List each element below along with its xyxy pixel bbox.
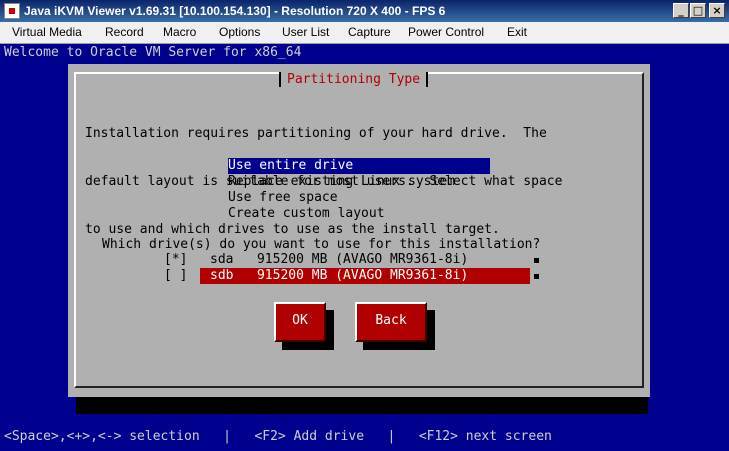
back-button[interactable]: Back — [355, 302, 427, 342]
option-use-free-space[interactable]: Use free space — [228, 190, 490, 206]
menu-virtual-media[interactable]: Virtual Media — [12, 25, 82, 39]
menu-options[interactable]: Options — [219, 25, 260, 39]
scroll-marker — [534, 258, 539, 263]
help-line: <Space>,<+>,<-> selection | <F2> Add dri… — [4, 429, 552, 444]
option-use-entire-drive[interactable]: Use entire drive — [228, 158, 490, 174]
menu-exit[interactable]: Exit — [507, 25, 527, 39]
menu-bar: Virtual Media Record Macro Options User … — [0, 22, 729, 44]
ok-button[interactable]: OK — [274, 302, 326, 342]
dialog-title: Partitioning Type — [279, 72, 429, 87]
menu-capture[interactable]: Capture — [348, 25, 391, 39]
intro-line: to use and which drives to use as the in… — [85, 222, 500, 237]
drive-label: sda 915200 MB (AVAGO MR9361-8i) — [210, 252, 469, 267]
drive-label: sdb 915200 MB (AVAGO MR9361-8i) — [200, 268, 530, 284]
window-title: Java iKVM Viewer v1.69.31 [10.100.154.13… — [24, 4, 446, 18]
drive-question: Which drive(s) do you want to use for th… — [102, 237, 541, 252]
close-button[interactable]: × — [709, 3, 725, 18]
java-app-icon — [4, 3, 20, 19]
partition-options-list: Use entire drive Replace existing Linux … — [228, 158, 490, 222]
minimize-button[interactable]: _ — [673, 3, 689, 18]
option-replace-linux[interactable]: Replace existing Linux system — [228, 174, 490, 190]
maximize-button[interactable]: □ — [690, 3, 706, 18]
window-titlebar[interactable]: Java iKVM Viewer v1.69.31 [10.100.154.13… — [0, 0, 729, 22]
partitioning-dialog: Partitioning Type Installation requires … — [68, 64, 650, 397]
option-custom-layout[interactable]: Create custom layout — [228, 206, 490, 222]
drive-row-sdb[interactable]: [ ] sdb 915200 MB (AVAGO MR9361-8i) — [164, 268, 539, 284]
menu-user-list[interactable]: User List — [282, 25, 329, 39]
drive-checkbox[interactable]: [ ] — [164, 268, 187, 284]
intro-line: Installation requires partitioning of yo… — [85, 126, 547, 141]
menu-record[interactable]: Record — [105, 25, 144, 39]
menu-macro[interactable]: Macro — [163, 25, 196, 39]
kvm-console-screen[interactable]: Welcome to Oracle VM Server for x86_64 P… — [0, 44, 729, 451]
drive-row-sda[interactable]: [*] sda 915200 MB (AVAGO MR9361-8i) — [164, 252, 539, 268]
menu-power-control[interactable]: Power Control — [408, 25, 484, 39]
welcome-text: Welcome to Oracle VM Server for x86_64 — [4, 45, 302, 60]
scroll-marker — [534, 274, 539, 279]
drive-checkbox[interactable]: [*] — [164, 252, 187, 268]
